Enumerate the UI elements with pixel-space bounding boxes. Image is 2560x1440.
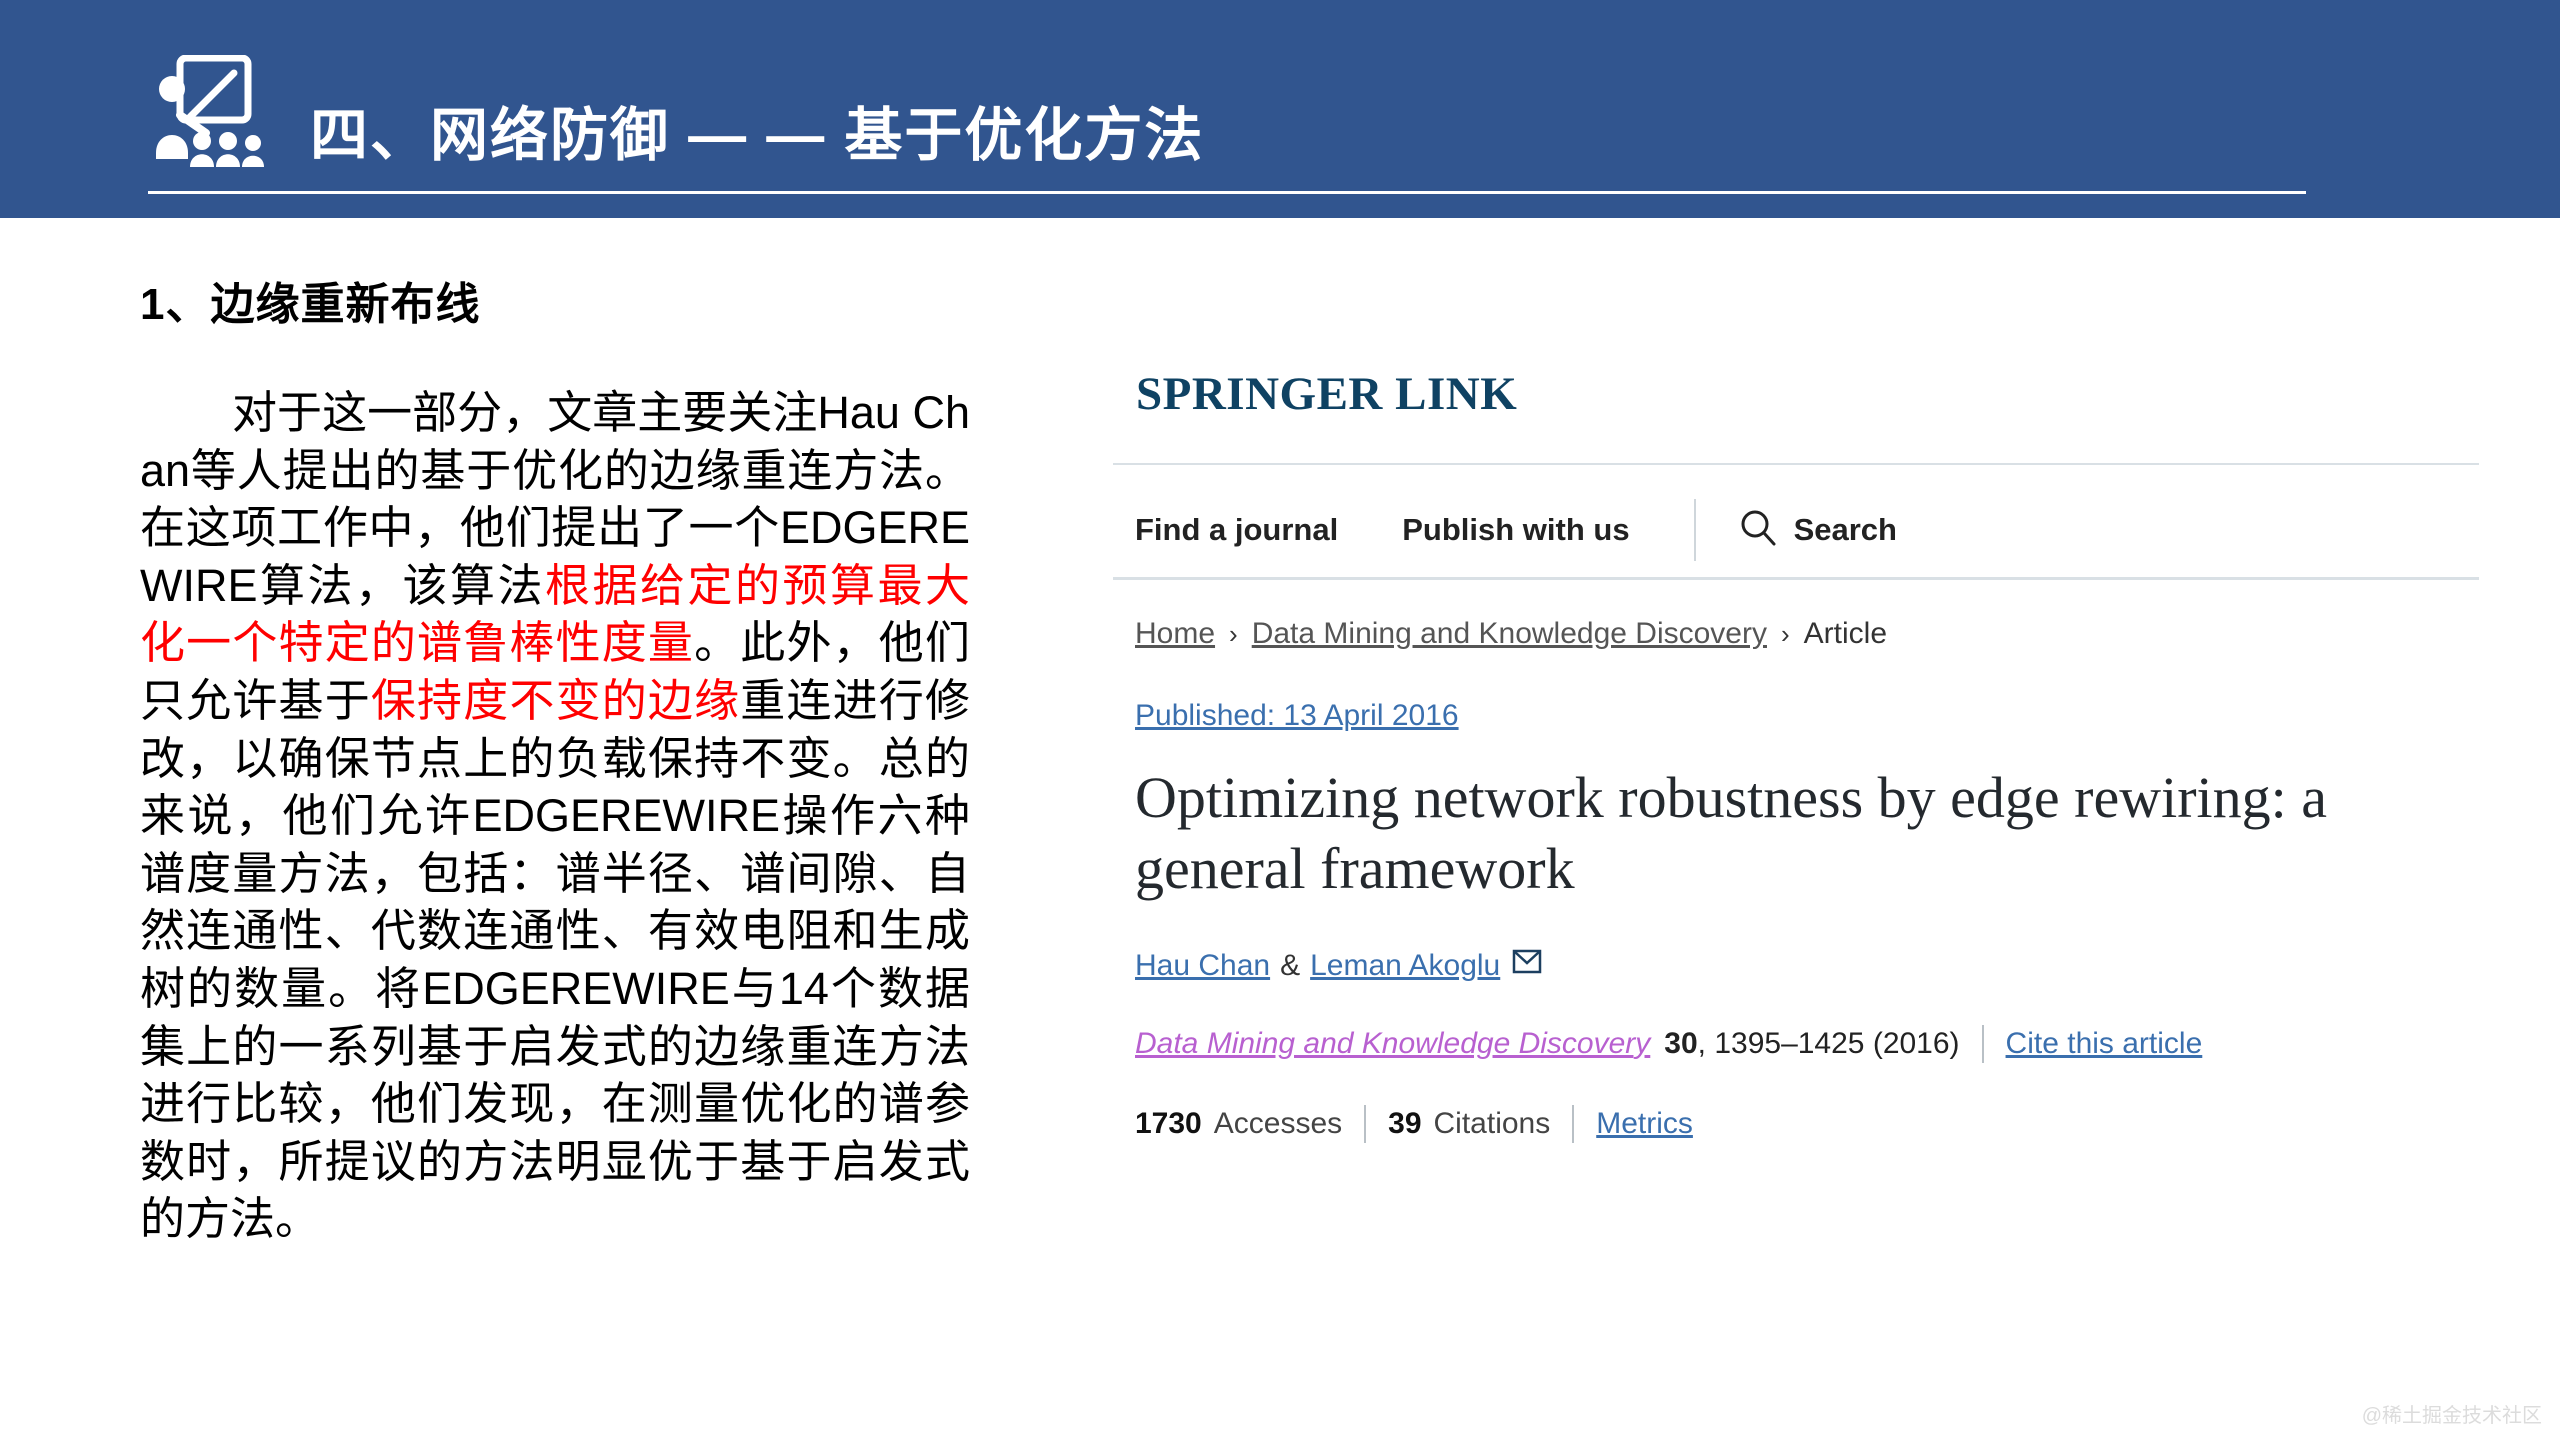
citation-pages-year: , 1395–1425 (2016) [1697,1026,1960,1060]
breadcrumb-current: Article [1803,617,1888,650]
springer-nav-bar: Find a journal Publish with us Search [1135,485,1897,575]
breadcrumb-journal[interactable]: Data Mining and Knowledge Discovery [1252,617,1767,651]
accesses-label: Accesses [1213,1106,1343,1140]
citation-separator [1981,1024,1984,1063]
nav-item-publish-with-us[interactable]: Publish with us [1402,512,1629,548]
body-paragraph: 对于这一部分，文章主要关注Hau Chan等人提出的基于优化的边缘重连方法。在这… [140,384,970,1248]
article-title: Optimizing network robustness by edge re… [1135,765,2327,901]
paragraph-segment-5: 重连进行修改，以确保节点上的负载保持不变。总的来说，他们允许EDGEREWIRE… [140,674,970,1245]
cite-this-article-link[interactable]: Cite this article [2006,1027,2203,1061]
metrics-link[interactable]: Metrics [1596,1107,1693,1141]
left-content-column: 1、边缘重新布线 对于这一部分，文章主要关注Hau Chan等人提出的基于优化的… [140,268,970,1248]
author-link-2[interactable]: Leman Akoglu [1310,949,1500,983]
springer-link-logo[interactable]: SPRINGER LINK [1136,367,1517,421]
metrics-separator-2 [1572,1104,1575,1143]
breadcrumb-separator-1: › [1229,619,1238,649]
citation-volume: 30 [1664,1026,1698,1060]
breadcrumb: Home › Data Mining and Knowledge Discove… [1135,617,2465,651]
citation-journal-link[interactable]: Data Mining and Knowledge Discovery [1135,1027,1650,1061]
section-heading: 1、边缘重新布线 [140,280,481,329]
author-conjunction: & [1280,948,1301,982]
search-label: Search [1793,512,1897,547]
presenter-whiteboard-icon [150,54,270,170]
accesses-count: 1730 [1135,1106,1202,1140]
page-title: 四、网络防御 — — 基于优化方法 [310,103,1205,168]
envelope-icon[interactable] [1512,949,1542,983]
search-icon [1738,508,1778,553]
search-button[interactable]: Search [1738,508,1897,553]
watermark: @稀土掘金技术社区 [2361,1405,2542,1427]
author-list: Hau Chan & Leman Akoglu [1135,949,2465,983]
springer-article-body: Home › Data Mining and Knowledge Discove… [1135,617,2465,1143]
citations-count: 39 [1388,1106,1422,1140]
springer-link-screenshot: SPRINGER LINK Find a journal Publish wit… [1113,345,2479,1250]
nav-divider [1693,499,1696,561]
nav-item-find-a-journal[interactable]: Find a journal [1135,512,1338,548]
paragraph-segment-4-highlight: 保持度不变的边缘 [370,674,741,726]
published-date-link[interactable]: Published: 13 April 2016 [1135,699,1459,733]
slide-header-banner: 四、网络防御 — — 基于优化方法 [0,0,2560,218]
citations-label: Citations [1433,1106,1551,1140]
breadcrumb-separator-2: › [1780,619,1790,649]
logo-divider [1113,463,2479,465]
author-link-1[interactable]: Hau Chan [1135,949,1270,983]
metrics-row: 1730 Accesses 39 Citations Metrics [1135,1104,2465,1143]
nav-bottom-divider [1113,577,2479,580]
header-underline [148,191,2306,194]
breadcrumb-home[interactable]: Home [1135,617,1215,651]
metrics-separator-1 [1364,1104,1367,1143]
citation-line: Data Mining and Knowledge Discovery 30 ,… [1135,1024,2465,1063]
